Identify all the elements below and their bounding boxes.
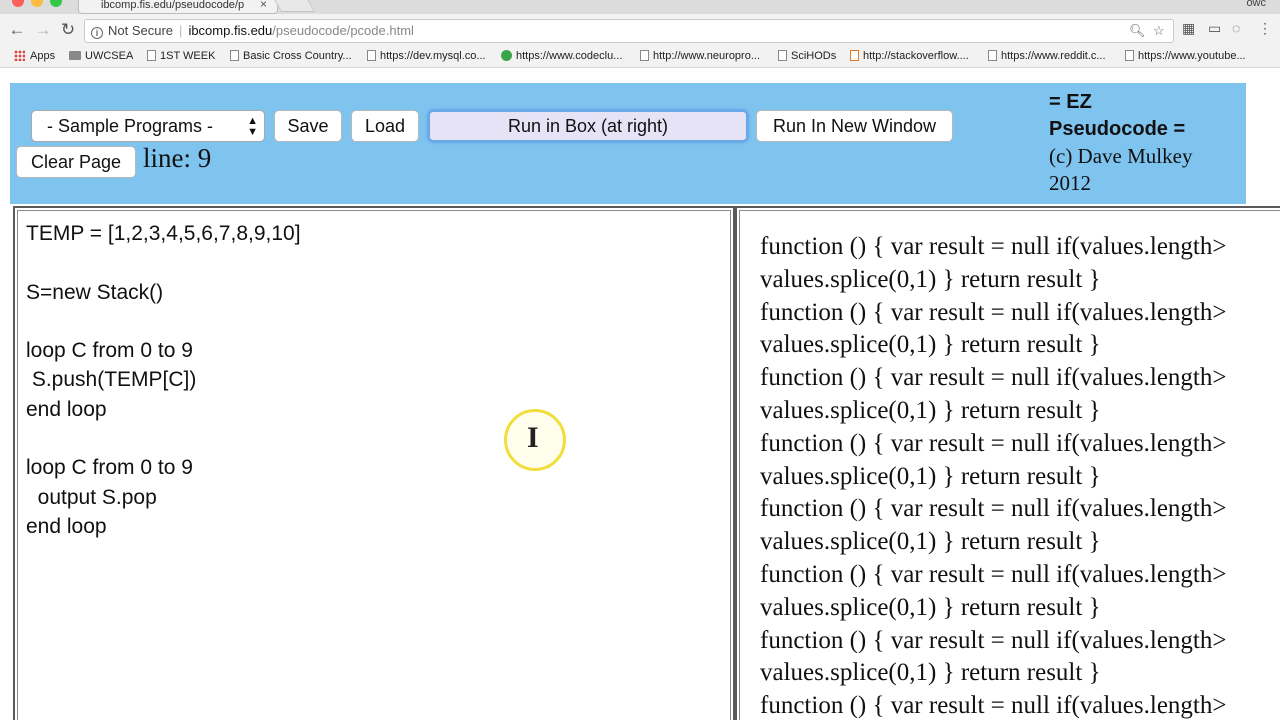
folder-icon <box>69 51 81 60</box>
bookmark-apps[interactable]: Apps <box>14 50 55 62</box>
bookmark-star-icon[interactable]: ☆ <box>1153 20 1165 42</box>
output-line: function () { var result = null if(value… <box>760 364 1227 392</box>
sample-programs-label: - Sample Programs - <box>47 116 214 136</box>
output-text: function () { var result = null if(value… <box>760 231 1280 720</box>
bookmark-scihods[interactable]: SciHODs <box>778 50 836 62</box>
bookmark-uwcsea[interactable]: UWCSEA <box>69 50 133 62</box>
bookmark-label: https://dev.mysql.co... <box>380 50 486 62</box>
bookmark-label: http://www.neuropro... <box>653 50 760 62</box>
bookmark-label: https://www.reddit.c... <box>1001 50 1106 62</box>
app-title: = EZ Pseudocode = <box>1049 89 1245 143</box>
line-number-label: line: 9 <box>143 143 212 173</box>
output-line: values.splice(0,1) } return result } <box>760 265 1101 293</box>
browser-tab-strip: ibcomp.fis.edu/pseudocode/p × owc <box>0 0 1280 14</box>
bookmark-label: http://stackoverflow.... <box>863 50 969 62</box>
output-line: function () { var result = null if(value… <box>760 626 1227 654</box>
bookmark-youtube[interactable]: https://www.youtube... <box>1125 50 1246 62</box>
menu-kebab-icon[interactable]: ⋮ <box>1258 20 1272 37</box>
save-button[interactable]: Save <box>274 110 342 142</box>
bookmark-neuropro[interactable]: http://www.neuropro... <box>640 50 760 62</box>
output-line: function () { var result = null if(value… <box>760 429 1227 457</box>
output-line: values.splice(0,1) } return result } <box>760 396 1101 424</box>
maximize-window-icon[interactable] <box>50 0 62 7</box>
run-in-box-button[interactable]: Run in Box (at right) <box>428 110 748 142</box>
page-icon <box>1125 50 1134 61</box>
tab-title: ibcomp.fis.edu/pseudocode/p <box>101 0 245 11</box>
reload-icon[interactable]: ↻ <box>57 19 79 41</box>
output-line: values.splice(0,1) } return result } <box>760 462 1101 490</box>
security-label: Not Secure <box>108 23 174 38</box>
extension-icon[interactable]: ▦ <box>1182 20 1195 37</box>
bookmark-stackoverflow[interactable]: http://stackoverflow.... <box>850 50 969 62</box>
output-line: function () { var result = null if(value… <box>760 495 1227 523</box>
bookmark-label: SciHODs <box>791 50 837 62</box>
app-credit: (c) Dave Mulkey 2012 <box>1049 143 1245 197</box>
page-content: - Sample Programs - ▲ ▼ Save Load Run in … <box>0 69 1280 720</box>
update-icon[interactable]: ◌ <box>1232 20 1240 36</box>
bookmark-label: Basic Cross Country... <box>243 50 352 62</box>
zoom-icon[interactable]: 🔍︎ <box>1129 20 1146 42</box>
page-icon <box>640 50 649 61</box>
output-line: function () { var result = null if(value… <box>760 560 1227 588</box>
url-separator: | <box>179 23 183 38</box>
bookmark-label: https://www.youtube... <box>1138 50 1246 62</box>
close-window-icon[interactable] <box>12 0 24 7</box>
tab-close-icon[interactable]: × <box>260 0 267 11</box>
forward-arrow-icon[interactable]: → <box>32 19 54 41</box>
output-line: function () { var result = null if(value… <box>760 692 1227 720</box>
page-icon <box>988 50 997 61</box>
code-editor[interactable]: TEMP = [1,2,3,4,5,6,7,8,9,10] S=new Stac… <box>13 206 735 720</box>
bookmark-reddit[interactable]: https://www.reddit.c... <box>988 50 1106 62</box>
bookmark-1st-week[interactable]: 1ST WEEK <box>147 50 215 62</box>
url-host: ibcomp.fis.edu <box>188 23 273 38</box>
back-arrow-icon[interactable]: ← <box>6 19 28 41</box>
app-credit-line2: 2012 <box>1049 171 1091 195</box>
output-line: values.splice(0,1) } return result } <box>760 593 1101 621</box>
bookmark-codeclub[interactable]: https://www.codeclu... <box>501 50 622 62</box>
profile-label[interactable]: owc <box>1246 0 1266 9</box>
browser-tab[interactable]: ibcomp.fis.edu/pseudocode/p × <box>78 0 278 14</box>
text-cursor-icon: I <box>527 421 539 454</box>
minimize-window-icon[interactable] <box>31 0 43 7</box>
control-header: - Sample Programs - ▲ ▼ Save Load Run in … <box>10 83 1246 204</box>
output-line: values.splice(0,1) } return result } <box>760 331 1101 359</box>
clear-page-button[interactable]: Clear Page <box>16 146 136 178</box>
bookmark-basic-cross-country[interactable]: Basic Cross Country... <box>230 50 352 62</box>
app-title-line1: = EZ <box>1049 91 1092 113</box>
stackoverflow-icon <box>850 50 859 61</box>
app-credit-line1: (c) Dave Mulkey <box>1049 144 1193 168</box>
bookmark-label: https://www.codeclu... <box>516 50 623 62</box>
apps-grid-icon <box>14 50 25 61</box>
run-new-window-button[interactable]: Run In New Window <box>756 110 953 142</box>
bookmark-dev-mysql[interactable]: https://dev.mysql.co... <box>367 50 486 62</box>
page-icon <box>147 50 156 61</box>
page-icon <box>778 50 787 61</box>
url-path: /pseudocode/pcode.html <box>272 23 414 38</box>
output-line: values.splice(0,1) } return result } <box>760 659 1101 687</box>
select-arrows-icon: ▲ ▼ <box>247 115 258 138</box>
info-icon[interactable]: i <box>91 27 103 39</box>
sample-programs-select[interactable]: - Sample Programs - ▲ ▼ <box>31 110 265 142</box>
cast-icon[interactable]: ▭ <box>1208 20 1221 37</box>
output-line: values.splice(0,1) } return result } <box>760 528 1101 556</box>
bookmark-label: 1ST WEEK <box>160 50 216 62</box>
page-icon <box>367 50 376 61</box>
codeclub-icon <box>501 50 512 61</box>
browser-toolbar: ← → ↻ i Not Secure | ibcomp.fis.edu/pseudoc… <box>0 14 1280 48</box>
address-bar[interactable]: i Not Secure | ibcomp.fis.edu/pseudocode/pc… <box>84 19 1174 43</box>
code-editor-text[interactable]: TEMP = [1,2,3,4,5,6,7,8,9,10] S=new Stac… <box>26 219 301 541</box>
bookmarks-bar: Apps UWCSEA 1ST WEEK Basic Cross Country… <box>0 48 1280 68</box>
output-box: function () { var result = null if(value… <box>735 206 1280 720</box>
bookmark-label: Apps <box>30 50 56 62</box>
bookmark-label: UWCSEA <box>85 50 134 62</box>
page-icon <box>230 50 239 61</box>
load-button[interactable]: Load <box>351 110 419 142</box>
output-line: function () { var result = null if(value… <box>760 298 1227 326</box>
app-title-line2: Pseudocode = <box>1049 118 1186 140</box>
output-line: function () { var result = null if(value… <box>760 233 1227 260</box>
